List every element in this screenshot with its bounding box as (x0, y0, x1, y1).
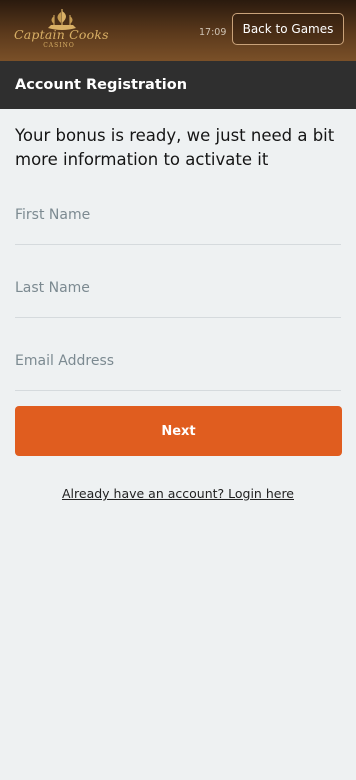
top-bar: Captain Cooks CASINO 17:09 Back to Games (0, 0, 356, 61)
clock: 17:09 (199, 27, 227, 38)
page-title: Account Registration (0, 61, 356, 109)
back-to-games-button[interactable]: Back to Games (232, 13, 344, 45)
login-link[interactable]: Already have an account? Login here (15, 486, 341, 501)
intro-text: Your bonus is ready, we just need a bit … (15, 126, 335, 169)
email-input[interactable] (15, 346, 341, 376)
brand-subtext: CASINO (43, 42, 75, 49)
first-name-input[interactable] (15, 200, 341, 230)
last-name-field (15, 269, 341, 318)
first-name-field (15, 196, 341, 245)
last-name-input[interactable] (15, 273, 341, 303)
email-field (15, 342, 341, 391)
brand-name: Captain Cooks (14, 27, 109, 42)
next-button[interactable]: Next (15, 406, 342, 456)
brand-logo[interactable]: Captain Cooks CASINO (14, 8, 109, 54)
registration-form: Your bonus is ready, we just need a bit … (0, 124, 356, 501)
